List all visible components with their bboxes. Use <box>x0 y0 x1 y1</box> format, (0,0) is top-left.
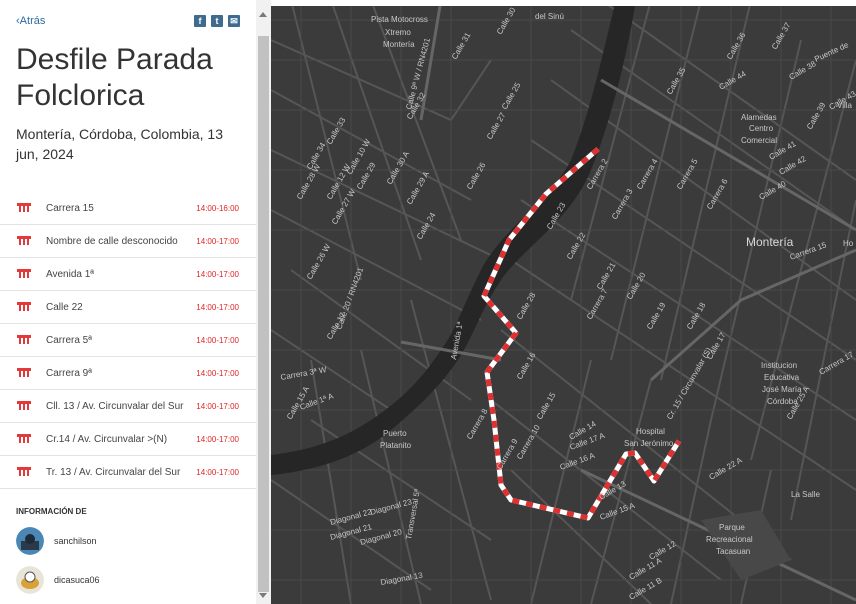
map-label-monteria-small: Montería <box>383 40 415 49</box>
page-title: Desfile Parada Folclorica <box>16 43 213 112</box>
street-name: Nombre de calle desconocido <box>46 236 178 247</box>
map-label-jose-maria: José María <box>762 385 802 394</box>
parade-icon <box>17 268 31 279</box>
map-label-educativa: Educativa <box>764 373 800 382</box>
map-label-monteria-city: Montería <box>746 235 794 249</box>
scroll-up-arrow-icon[interactable] <box>259 12 267 17</box>
street-time: 14:00-17:00 <box>196 435 239 444</box>
street-name: Carrera 9ª <box>46 368 92 379</box>
facebook-icon[interactable]: f <box>194 15 206 27</box>
event-location-date: Montería, Córdoba, Colombia, 13 jun, 202… <box>16 126 223 162</box>
map-label-hospital: Hospital <box>636 427 665 436</box>
parade-icon <box>17 301 31 312</box>
street-row[interactable]: Nombre de calle desconocido 14:00-17:00 <box>0 225 256 258</box>
street-list: Carrera 15 14:00-16:00 Nombre de calle des… <box>0 192 256 489</box>
user-name: sanchilson <box>54 536 97 546</box>
user-item[interactable]: sanchilson <box>16 527 236 557</box>
street-row[interactable]: Cr.14 / Av. Circunvalar >(N) 14:00-17:00 <box>0 423 256 456</box>
street-row[interactable]: Calle 22 14:00-17:00 <box>0 291 256 324</box>
map-label-ho: Ho <box>843 239 854 248</box>
parade-icon <box>17 202 31 213</box>
scroll-thumb[interactable] <box>258 36 269 592</box>
user-name: dicasuca06 <box>54 575 100 585</box>
map-label-centro: Centro <box>749 124 774 133</box>
map-label-comercial: Comercial <box>741 136 777 145</box>
share-icons: f t ✉ <box>194 15 240 27</box>
map-label-la-salle: La Salle <box>791 490 820 499</box>
map-label-pista: Pista Motocross <box>371 15 428 24</box>
street-time: 14:00-16:00 <box>196 204 239 213</box>
street-name: Cll. 13 / Av. Circunvalar del Sur <box>46 401 184 412</box>
street-name: Calle 22 <box>46 302 83 313</box>
map[interactable]: Pista Motocross Xtremo Montería del Sinú… <box>271 0 856 604</box>
street-name: Cr.14 / Av. Circunvalar >(N) <box>46 434 168 445</box>
street-name: Carrera 5ª <box>46 335 92 346</box>
map-canvas[interactable]: Pista Motocross Xtremo Montería del Sinú… <box>271 0 856 604</box>
map-label-recreacional: Recreacional <box>706 535 753 544</box>
parade-icon <box>17 334 31 345</box>
street-time: 14:00-17:00 <box>196 402 239 411</box>
street-time: 14:00-17:00 <box>196 468 239 477</box>
street-time: 14:00-17:00 <box>196 336 239 345</box>
street-row[interactable]: Tr. 13 / Av. Circunvalar del Sur 14:00-17… <box>0 456 256 489</box>
info-heading: INFORMACIÓN DE <box>16 507 87 516</box>
sidebar-scrollbar[interactable] <box>256 0 271 604</box>
street-row[interactable]: Carrera 15 14:00-16:00 <box>0 192 256 225</box>
street-name: Carrera 15 <box>46 203 94 214</box>
map-label-alamedas: Alamedas <box>741 113 777 122</box>
street-name: Avenida 1ª <box>46 269 94 280</box>
street-time: 14:00-17:00 <box>196 369 239 378</box>
avatar <box>16 566 44 594</box>
map-label-san-jeronimo: San Jerónimo <box>624 439 674 448</box>
street-row[interactable]: Carrera 9ª 14:00-17:00 <box>0 357 256 390</box>
parade-icon <box>17 400 31 411</box>
street-row[interactable]: Avenida 1ª 14:00-17:00 <box>0 258 256 291</box>
parade-icon <box>17 367 31 378</box>
map-label-institucion: Institucion <box>761 361 797 370</box>
map-label-sinu: del Sinú <box>535 12 564 21</box>
street-row[interactable]: Cll. 13 / Av. Circunvalar del Sur 14:00-1… <box>0 390 256 423</box>
street-time: 14:00-17:00 <box>196 270 239 279</box>
parade-icon <box>17 235 31 246</box>
parade-icon <box>17 466 31 477</box>
mail-icon[interactable]: ✉ <box>228 15 240 27</box>
parade-icon <box>17 433 31 444</box>
street-time: 14:00-17:00 <box>196 303 239 312</box>
street-time: 14:00-17:00 <box>196 237 239 246</box>
back-link[interactable]: ‹Atrás <box>16 15 45 27</box>
map-label-platanito: Platanito <box>380 441 412 450</box>
map-label-tacasuan: Tacasuan <box>716 547 750 556</box>
map-label-parque: Parque <box>719 523 745 532</box>
sidebar-topbar: ‹Atrás f t ✉ <box>16 15 240 31</box>
street-row[interactable]: Carrera 5ª 14:00-17:00 <box>0 324 256 357</box>
map-label-xtremo: Xtremo <box>385 28 411 37</box>
map-label-puerto: Puerto <box>383 429 407 438</box>
user-item[interactable]: dicasuca06 <box>16 566 236 596</box>
sidebar: ‹Atrás f t ✉ Desfile Parada Folclorica M… <box>0 0 257 604</box>
street-name: Tr. 13 / Av. Circunvalar del Sur <box>46 467 181 478</box>
twitter-icon[interactable]: t <box>211 15 223 27</box>
map-top-strip <box>271 0 856 6</box>
avatar <box>16 527 44 555</box>
scroll-down-arrow-icon[interactable] <box>259 593 267 598</box>
